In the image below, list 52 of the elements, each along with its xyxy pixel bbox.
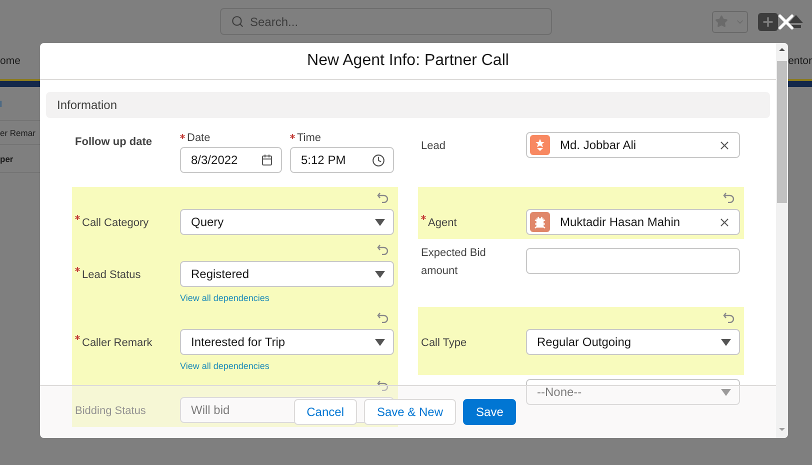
field-label: Caller Remark [82, 337, 152, 349]
time-field[interactable]: 5:12 PM [290, 147, 394, 173]
field-label: Call Type [421, 337, 467, 349]
modal-title: New Agent Info: Partner Call [307, 52, 509, 70]
field-label: Bidding Status [75, 405, 146, 417]
input-field[interactable] [526, 248, 740, 274]
calendar-icon [261, 154, 273, 166]
field-label: Lead [421, 140, 446, 152]
search-field[interactable]: Search... [220, 8, 552, 35]
field-label: Agent [428, 217, 457, 229]
lookup-field[interactable]: Md. Jobbar Ali [526, 132, 740, 158]
footer-button[interactable]: Cancel [294, 399, 357, 425]
footer-button[interactable]: Save & New [364, 399, 456, 425]
field-label: Date [187, 132, 210, 144]
lookup-field[interactable]: Muktadir Hasan Mahin [526, 209, 740, 235]
search-icon [231, 15, 244, 28]
clear-icon[interactable] [718, 138, 731, 152]
background-text: er Remar [0, 128, 36, 138]
background-text: per [0, 154, 14, 164]
nav-tab[interactable]: entor [788, 55, 812, 67]
clock-icon [372, 154, 385, 166]
dropdown-caret-icon [375, 270, 385, 278]
background-text: l [0, 98, 2, 108]
field-label: Expected Bid amount [421, 247, 486, 277]
picklist-field[interactable]: Query [180, 209, 394, 235]
date-field[interactable]: 8/3/2022 [180, 147, 282, 173]
undo-icon[interactable] [377, 243, 389, 255]
dropdown-caret-icon [721, 338, 731, 346]
field-label: Follow up date [75, 136, 152, 148]
dropdown-caret-icon [375, 338, 385, 346]
undo-icon[interactable] [377, 191, 389, 203]
scrollbar[interactable] [776, 43, 788, 438]
picklist-field[interactable]: Regular Outgoing [526, 329, 740, 355]
clear-icon[interactable] [718, 216, 731, 228]
undo-icon[interactable] [377, 311, 389, 323]
field-label: Time [297, 132, 322, 144]
field-label: Call Category [82, 217, 149, 229]
section-header[interactable]: Information [46, 92, 770, 118]
picklist-field[interactable]: --None-- [526, 379, 740, 405]
undo-icon[interactable] [377, 379, 389, 391]
undo-icon[interactable] [723, 311, 735, 323]
dropdown-caret-icon [721, 388, 731, 396]
picklist-field[interactable]: Registered [180, 261, 394, 287]
save-button[interactable]: Save [463, 399, 516, 425]
dependencies-link[interactable]: View all dependencies [180, 361, 270, 371]
dependencies-link[interactable]: View all dependencies [180, 293, 270, 303]
nav-tab[interactable]: ome [0, 55, 20, 67]
dropdown-caret-icon [375, 218, 385, 226]
plus-icon [761, 14, 775, 28]
undo-icon[interactable] [723, 191, 735, 203]
picklist-field[interactable]: Interested for Trip [180, 329, 394, 355]
field-label: Lead Status [82, 269, 141, 281]
